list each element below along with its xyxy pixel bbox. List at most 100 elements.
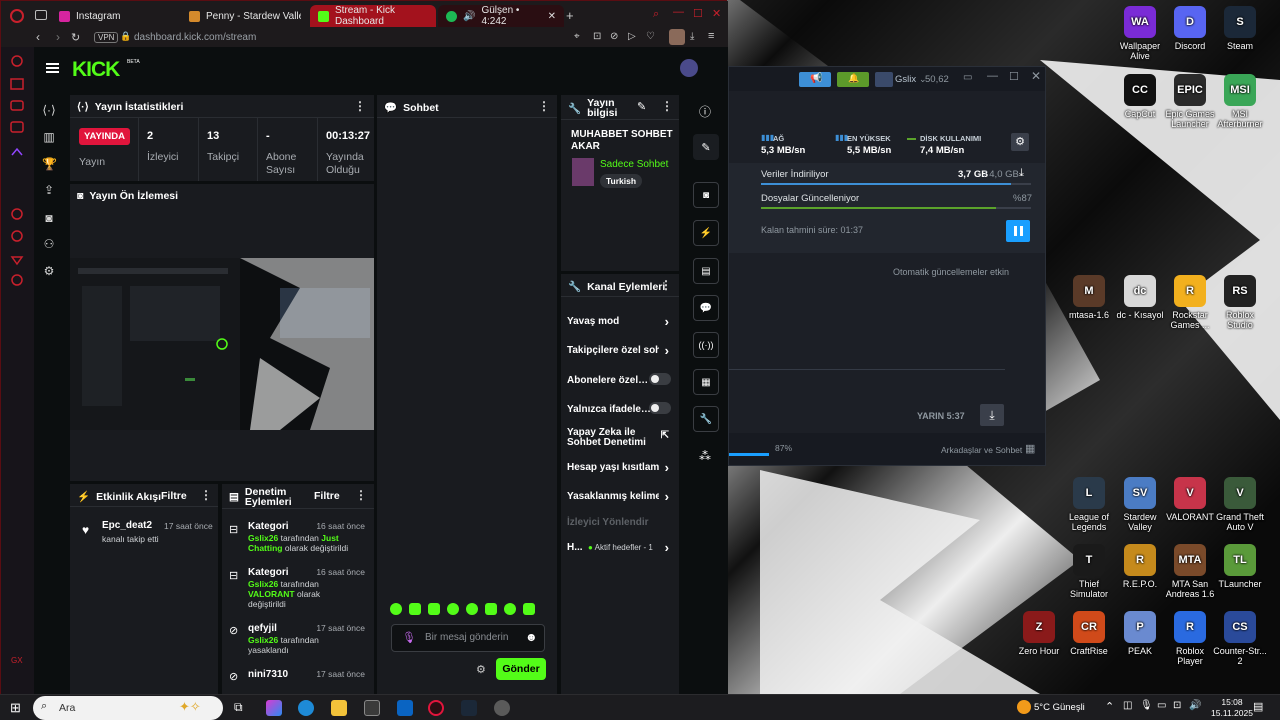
outlook-icon[interactable] bbox=[397, 700, 413, 716]
minimize-button[interactable]: — bbox=[673, 6, 684, 18]
emotes-only-row[interactable]: Yalnızca ifadele… bbox=[561, 402, 679, 416]
moderation-icon[interactable]: ◙ bbox=[42, 211, 56, 225]
account-age-row[interactable]: Hesap yaşı kısıtlaması › bbox=[561, 460, 679, 474]
file-explorer-icon[interactable] bbox=[331, 700, 347, 716]
announcement-button[interactable]: 📢 bbox=[799, 72, 831, 87]
kebab-menu-icon[interactable]: ⋮ bbox=[661, 99, 673, 113]
trophy-icon[interactable]: 🏆 bbox=[42, 157, 57, 171]
more-tools-icon[interactable]: ⁂ bbox=[699, 449, 711, 463]
tray-chevron-icon[interactable]: ⌃ bbox=[1105, 700, 1114, 713]
subscribers-only-toggle[interactable] bbox=[649, 373, 671, 385]
taskbar-search[interactable]: ⌕ Ara ✦✧ bbox=[33, 696, 223, 720]
desktop-shortcut[interactable]: CS Counter-Str... 2 bbox=[1212, 611, 1268, 666]
chat-tool[interactable]: 💬 bbox=[693, 295, 719, 321]
mod-actor[interactable]: Gslix26 bbox=[248, 579, 278, 589]
category-thumbnail[interactable] bbox=[572, 158, 594, 186]
desktop-shortcut[interactable]: T Thief Simulator bbox=[1061, 544, 1117, 599]
emote-icon[interactable] bbox=[390, 603, 402, 615]
broadcast-tool[interactable]: ((·)) bbox=[693, 332, 719, 358]
tab-islands-icon[interactable] bbox=[35, 10, 47, 20]
emote-icon[interactable] bbox=[523, 603, 535, 615]
tab-kick-dashboard[interactable]: Stream - Kick Dashboard bbox=[310, 5, 436, 27]
tab-spotify[interactable]: 🔊 Gülşen • 4:242 ✕ bbox=[438, 5, 564, 27]
moderation-filter-button[interactable]: Filtre bbox=[314, 490, 340, 502]
edit-pencil-icon[interactable]: ✎ bbox=[637, 100, 646, 113]
desktop-shortcut[interactable]: V Grand Theft Auto V bbox=[1212, 477, 1268, 532]
weather-label[interactable]: 5°C Güneşli bbox=[1034, 702, 1085, 713]
desktop-shortcut[interactable]: dc dc - Kısayol bbox=[1112, 275, 1168, 320]
clock-time[interactable]: 15:08 bbox=[1212, 697, 1252, 707]
mod-user[interactable]: qefyjil bbox=[248, 623, 277, 634]
clock-date[interactable]: 15.11.2025 bbox=[1204, 708, 1260, 718]
activity-tool[interactable]: ⚡ bbox=[693, 220, 719, 246]
desktop-shortcut[interactable]: S Steam bbox=[1212, 6, 1268, 51]
queued-download-button[interactable]: ⤓ bbox=[980, 404, 1004, 426]
desktop-shortcut[interactable]: CR CraftRise bbox=[1061, 611, 1117, 656]
emotes-only-toggle[interactable] bbox=[649, 402, 671, 414]
desktop-shortcut[interactable]: CC CapCut bbox=[1112, 74, 1168, 119]
edge-icon[interactable] bbox=[298, 700, 314, 716]
desktop-shortcut[interactable]: Mmtasa-1.6 bbox=[1061, 275, 1117, 320]
emoji-icon[interactable]: ☻ bbox=[525, 630, 538, 644]
close-button[interactable]: ✕ bbox=[1031, 69, 1041, 83]
kebab-menu-icon[interactable]: ⋮ bbox=[538, 99, 550, 113]
settings-icon[interactable]: ⚙ bbox=[42, 264, 56, 278]
forward-button[interactable]: › bbox=[56, 30, 60, 44]
mod-actor[interactable]: Gslix26 bbox=[248, 533, 278, 543]
display-icon[interactable]: ▭ bbox=[1157, 700, 1166, 711]
close-tab-icon[interactable]: ✕ bbox=[548, 11, 556, 22]
desktop-shortcut[interactable]: L League of Legends bbox=[1061, 477, 1117, 532]
activity-user[interactable]: Epc_deat2 bbox=[102, 520, 152, 531]
back-button[interactable]: ‹ bbox=[36, 30, 40, 44]
emote-icon[interactable] bbox=[409, 603, 421, 615]
ai-moderation-row[interactable]: Yapay Zeka ile Sohbet Denetimi ⇱ bbox=[561, 426, 679, 452]
tab-instagram[interactable]: Instagram bbox=[51, 5, 179, 27]
friends-icon[interactable]: ▦ bbox=[1025, 442, 1035, 455]
mod-actor[interactable]: Gslix26 bbox=[248, 635, 278, 645]
subscribers-only-row[interactable]: Abonelere özel… bbox=[561, 373, 679, 387]
tab-stardew[interactable]: Penny - Stardew Valley W bbox=[181, 5, 309, 27]
activity-filter-button[interactable]: Filtre bbox=[161, 490, 187, 502]
opera-menu-icon[interactable] bbox=[10, 9, 24, 23]
desktop-shortcut[interactable]: RS Roblox Studio bbox=[1212, 275, 1268, 330]
mod-user[interactable]: nini7310 bbox=[248, 669, 288, 680]
info-icon[interactable]: ⓘ bbox=[699, 103, 711, 120]
volume-icon[interactable]: 🔊 bbox=[1189, 700, 1201, 711]
big-picture-icon[interactable]: ▭ bbox=[963, 72, 972, 83]
windows-start-icon[interactable]: ⊞ bbox=[10, 700, 21, 716]
maximize-button[interactable]: ☐ bbox=[1009, 70, 1019, 83]
desktop-shortcut[interactable]: WA Wallpaper Alive bbox=[1112, 6, 1168, 61]
pause-button[interactable] bbox=[1006, 220, 1030, 242]
emote-icon[interactable] bbox=[428, 603, 440, 615]
analytics-icon[interactable]: ▥ bbox=[42, 130, 56, 144]
emote-icon[interactable] bbox=[466, 603, 478, 615]
copilot-icon[interactable] bbox=[266, 700, 282, 716]
desktop-shortcut[interactable]: R R.E.P.O. bbox=[1112, 544, 1168, 589]
task-view-icon[interactable]: ⧉ bbox=[234, 700, 243, 715]
emote-icon[interactable] bbox=[447, 603, 459, 615]
avatar[interactable] bbox=[875, 72, 893, 87]
raid-row[interactable]: İzleyici Yönlendir bbox=[561, 515, 679, 529]
kebab-menu-icon[interactable]: ⋮ bbox=[355, 488, 367, 502]
emote-icon[interactable] bbox=[504, 603, 516, 615]
chat-settings-icon[interactable]: ⚙ bbox=[476, 663, 486, 676]
moderation-tool[interactable]: ▤ bbox=[693, 258, 719, 284]
desktop-shortcut[interactable]: TL TLauncher bbox=[1212, 544, 1268, 589]
downloads-icon[interactable]: ⤓ bbox=[690, 31, 694, 42]
steam-icon[interactable] bbox=[461, 700, 477, 716]
category-link[interactable]: Sadece Sohbet bbox=[600, 159, 668, 170]
kebab-menu-icon[interactable]: ⋮ bbox=[200, 488, 212, 502]
new-tab-button[interactable]: + bbox=[566, 8, 574, 23]
kebab-menu-icon[interactable]: ⋮ bbox=[354, 99, 366, 113]
menu-icon[interactable]: ≡ bbox=[708, 30, 714, 42]
kebab-menu-icon[interactable]: ⋮ bbox=[660, 278, 672, 292]
preview-tool[interactable]: ◙ bbox=[693, 182, 719, 208]
search-tabs-icon[interactable]: ⌕ bbox=[653, 8, 659, 21]
send-button[interactable]: Gönder bbox=[496, 658, 546, 680]
goals-row[interactable]: H... ● Aktif hedefler - 1 › bbox=[561, 540, 679, 555]
community-icon[interactable]: ⚇ bbox=[42, 237, 56, 251]
snapshot-icon[interactable]: ⊡ bbox=[593, 31, 601, 42]
network-icon[interactable]: ⊡ bbox=[1173, 700, 1181, 711]
followers-only-row[interactable]: Takipçilere özel sohbet › bbox=[561, 343, 679, 357]
upload-icon[interactable]: ⇪ bbox=[42, 183, 56, 197]
